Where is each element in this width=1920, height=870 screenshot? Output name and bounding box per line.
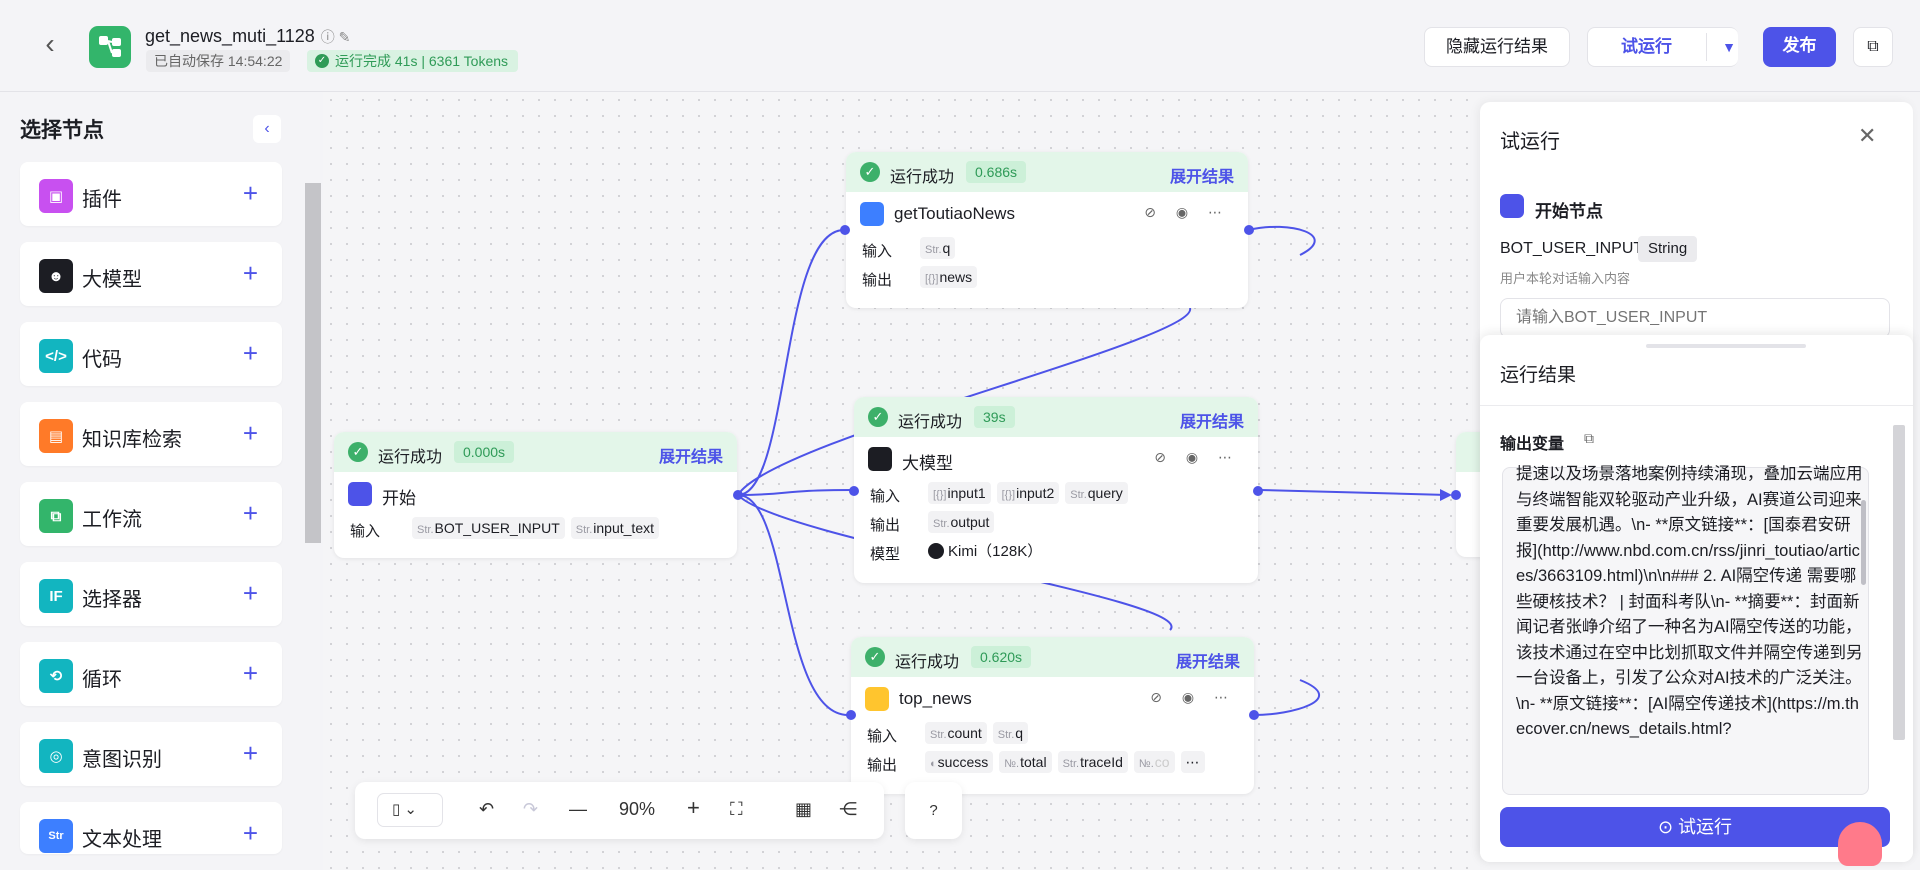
expand-results-link[interactable]: 展开结果	[1180, 408, 1244, 432]
kimi-icon	[928, 543, 944, 559]
zoom-in-icon[interactable]: +	[687, 795, 700, 821]
output-text: 提速以及场景落地案例持续涌现，叠加云端应用与终端智能双轮驱动产业升级，AI赛道公…	[1516, 465, 1864, 738]
start-icon	[348, 482, 372, 506]
success-icon: ✓	[865, 647, 885, 667]
close-icon[interactable]: ✕	[1858, 123, 1876, 149]
fit-view-icon[interactable]: ⛶	[730, 799, 743, 820]
node-get-toutiao-news[interactable]: ✓ 运行成功 0.686s 展开结果 getToutiaoNews ⊘ ◉ ⋯ 输入 St…	[846, 152, 1248, 308]
success-icon: ✓	[868, 407, 888, 427]
zoom-level[interactable]: 90%	[619, 799, 655, 820]
start-node-label: 开始节点	[1535, 202, 1603, 221]
node-llm[interactable]: ✓ 运行成功 39s 展开结果 大模型 ⊘ ◉ ⋯ 输入 [{}]input1 [{}]in…	[854, 397, 1258, 583]
start-node-icon	[1500, 194, 1524, 218]
expand-results-link[interactable]: 展开结果	[659, 443, 723, 467]
copy-icon[interactable]: ⧉	[1584, 430, 1594, 447]
variable-type-badge: String	[1638, 236, 1698, 262]
variable-description: 用户本轮对话输入内容	[1500, 271, 1631, 286]
mouse-mode-icon[interactable]: ▯ ⌄	[377, 793, 443, 827]
node-actions-icon[interactable]: ⊘ ◉ ⋯	[1150, 689, 1236, 706]
tidy-icon[interactable]: ⋲	[839, 799, 857, 820]
output-variable-label: 输出变量	[1500, 436, 1565, 453]
variable-name: BOT_USER_INPUT	[1500, 240, 1644, 257]
zoom-out-icon[interactable]: —	[569, 799, 587, 820]
run-test-button[interactable]: ⊙ 试运行	[1500, 807, 1890, 847]
results-title: 运行结果	[1500, 365, 1577, 386]
expand-results-link[interactable]: 展开结果	[1170, 163, 1234, 187]
node-start[interactable]: ✓ 运行成功 0.000s 展开结果 开始 输入 Str.BOT_USER_INPUT S…	[334, 432, 737, 558]
node-top-news[interactable]: ✓ 运行成功 0.620s 展开结果 top_news ⊘ ◉ ⋯ 输入 Str.coun…	[851, 637, 1254, 794]
undo-icon[interactable]: ↶	[479, 799, 494, 820]
help-icon[interactable]: ?	[905, 782, 962, 839]
expand-results-link[interactable]: 展开结果	[1176, 648, 1240, 672]
top-news-icon	[865, 687, 889, 711]
node-actions-icon[interactable]: ⊘ ◉ ⋯	[1154, 449, 1240, 466]
node-actions-icon[interactable]: ⊘ ◉ ⋯	[1144, 204, 1230, 221]
canvas-toolbar: ▯ ⌄ ↶ ↷ — 90% + ⛶ ▦ ⋲	[355, 782, 884, 839]
success-icon: ✓	[348, 442, 368, 462]
play-icon: ⊙	[1657, 817, 1679, 837]
drag-handle[interactable]	[1646, 344, 1806, 348]
panel-scrollbar[interactable]	[1893, 425, 1905, 740]
bot-user-input-field[interactable]	[1500, 298, 1890, 338]
panel-title: 试运行	[1500, 131, 1560, 153]
layout-icon[interactable]: ▦	[795, 799, 812, 820]
news-plugin-icon	[860, 202, 884, 226]
success-icon: ✓	[860, 162, 880, 182]
output-scrollbar[interactable]	[1861, 500, 1866, 585]
llm-icon	[868, 447, 892, 471]
mascot-icon[interactable]	[1838, 822, 1882, 866]
redo-icon[interactable]: ↷	[523, 799, 538, 820]
more-icon[interactable]: ⋯	[1180, 751, 1205, 773]
